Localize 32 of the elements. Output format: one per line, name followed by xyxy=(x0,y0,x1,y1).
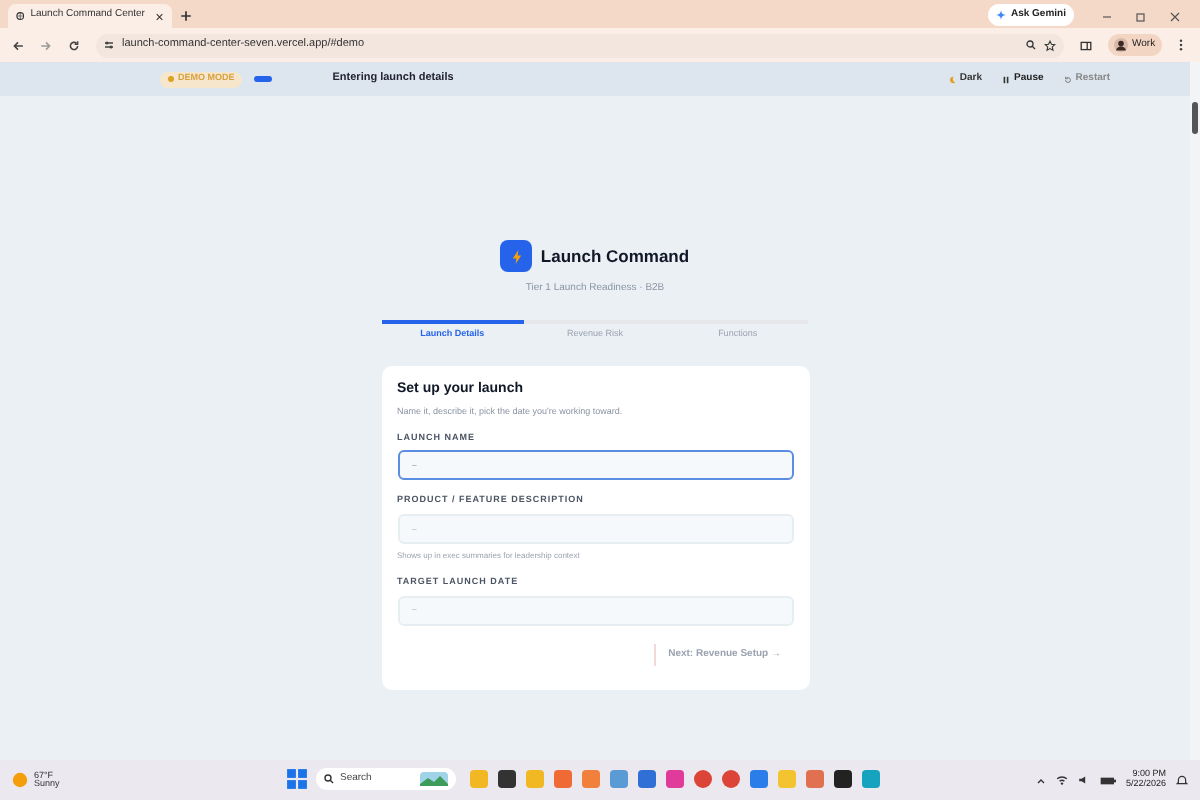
restart-icon xyxy=(1063,75,1072,83)
app-title: Launch Command xyxy=(540,243,690,269)
pause-icon xyxy=(1002,75,1011,83)
progress-pill xyxy=(254,76,273,82)
side-panel-icon[interactable] xyxy=(1080,39,1092,51)
landscape-icon xyxy=(420,772,448,786)
moon-icon xyxy=(947,75,956,83)
new-tab-icon[interactable] xyxy=(180,10,192,22)
wifi-icon[interactable] xyxy=(1055,774,1068,786)
start-icon[interactable] xyxy=(286,768,308,790)
star-icon[interactable] xyxy=(1044,39,1056,51)
close-icon[interactable] xyxy=(156,11,164,21)
sparkle-icon xyxy=(996,10,1007,20)
speaker-icon[interactable] xyxy=(1077,774,1090,786)
bell-icon[interactable] xyxy=(1176,774,1188,786)
dot-icon xyxy=(168,76,174,82)
avatar-icon xyxy=(1114,38,1128,52)
back-icon[interactable] xyxy=(12,39,24,51)
app-icon[interactable] xyxy=(498,770,516,788)
globe-icon xyxy=(16,10,25,22)
scrollbar[interactable] xyxy=(1190,62,1200,760)
menu-icon[interactable] xyxy=(1177,38,1184,52)
sun-icon xyxy=(12,772,28,788)
bolt-icon xyxy=(511,249,522,263)
search-icon xyxy=(324,774,334,784)
zoom-icon[interactable] xyxy=(1026,40,1036,50)
battery-icon[interactable] xyxy=(1099,775,1116,785)
chevron-up-icon[interactable] xyxy=(1035,775,1046,785)
close-icon[interactable] xyxy=(1170,12,1180,22)
reload-icon[interactable] xyxy=(68,39,80,51)
restore-icon[interactable] xyxy=(1136,12,1146,22)
site-settings-icon[interactable] xyxy=(104,40,114,50)
